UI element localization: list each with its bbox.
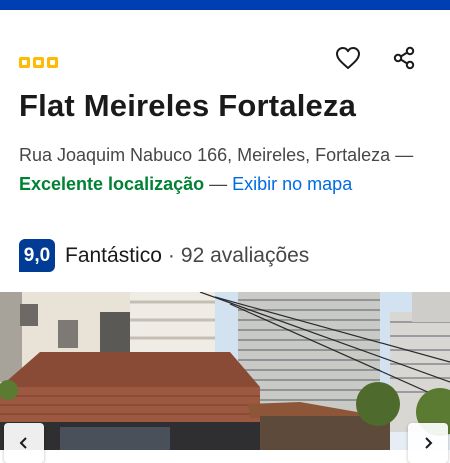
address-text: Rua Joaquim Nabuco 166, Meireles, Fortal… bbox=[19, 145, 391, 165]
heart-icon bbox=[336, 47, 360, 69]
previous-photo-button[interactable] bbox=[4, 423, 44, 463]
separator: — bbox=[209, 174, 228, 194]
next-photo-button[interactable] bbox=[408, 423, 448, 463]
separator-dot: · bbox=[167, 243, 175, 267]
star-icon bbox=[33, 57, 44, 68]
review-score-word: Fantástico bbox=[65, 243, 162, 267]
star-icon bbox=[47, 57, 58, 68]
top-bar bbox=[0, 0, 450, 10]
star-icon bbox=[19, 57, 30, 68]
chevron-left-icon bbox=[19, 437, 27, 449]
separator: — bbox=[395, 145, 414, 165]
favorite-button[interactable] bbox=[334, 44, 362, 72]
review-summary[interactable]: 9,0 Fantástico · 92 avaliações bbox=[19, 239, 309, 272]
hotel-photo[interactable] bbox=[0, 292, 450, 450]
chevron-right-icon bbox=[425, 437, 433, 449]
hotel-name: Flat Meireles Fortaleza bbox=[19, 88, 357, 123]
hotel-photo-image bbox=[0, 292, 450, 450]
star-rating bbox=[19, 57, 58, 68]
share-button[interactable] bbox=[390, 44, 418, 72]
review-count: 92 avaliações bbox=[180, 243, 310, 267]
share-icon bbox=[393, 46, 415, 70]
hotel-address: Rua Joaquim Nabuco 166, Meireles, Fortal… bbox=[19, 141, 439, 199]
map-link[interactable]: Exibir no mapa bbox=[232, 174, 352, 194]
review-score-badge: 9,0 bbox=[19, 239, 55, 272]
location-badge: Excelente localização bbox=[19, 174, 205, 194]
